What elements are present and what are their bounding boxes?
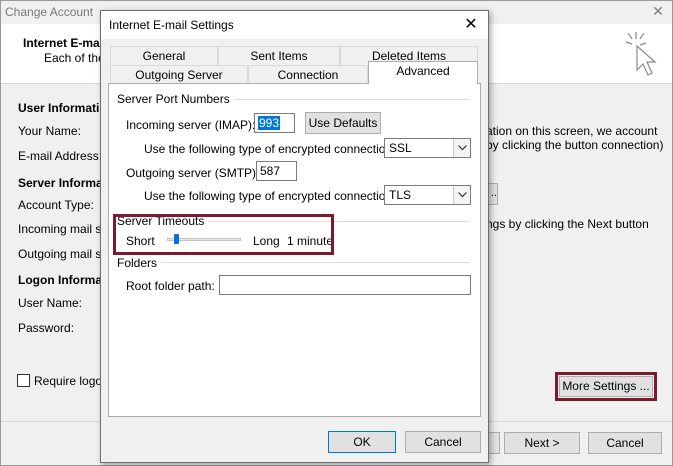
password-label: Password: (18, 321, 75, 335)
logon-info-section: Logon Informa (18, 273, 102, 287)
user-name-label: User Name: (18, 296, 83, 310)
account-type-label: Account Type: (18, 198, 94, 212)
incoming-server-label: Incoming mail ser (18, 222, 113, 236)
folders-group-line (116, 262, 470, 263)
user-info-section: User Informati (18, 101, 100, 115)
server-info-section: Server Informa (18, 176, 103, 190)
require-logon-label: Require logon (34, 374, 109, 388)
incoming-encryption-value: SSL (389, 141, 412, 155)
ok-button[interactable]: OK (328, 431, 396, 453)
instructions-text: ation on this screen, we account by clic… (486, 124, 664, 152)
header-title: Internet E-ma (23, 36, 100, 50)
next-instructions-text: ngs by clicking the Next button (486, 217, 649, 231)
chevron-down-icon (453, 186, 470, 204)
tab-advanced[interactable]: Advanced (368, 61, 478, 84)
outgoing-encryption-label: Use the following type of encrypted conn… (144, 189, 396, 203)
server-timeouts-highlight (113, 214, 334, 255)
use-defaults-button[interactable]: Use Defaults (305, 112, 381, 134)
root-folder-input[interactable] (219, 275, 471, 295)
tab-general[interactable]: General (110, 46, 218, 65)
outgoing-port-label: Outgoing server (SMTP): (126, 166, 260, 180)
header-subtitle: Each of the (44, 51, 105, 65)
tab-connection[interactable]: Connection (248, 65, 368, 84)
outgoing-encryption-value: TLS (389, 188, 412, 202)
root-folder-label: Root folder path: (126, 279, 215, 293)
outgoing-port-input[interactable]: 587 (256, 161, 297, 181)
email-label: E-mail Address: (18, 149, 103, 163)
incoming-port-input[interactable]: 993 (254, 113, 295, 133)
window-close-icon[interactable]: ✕ (648, 3, 668, 21)
next-button[interactable]: Next > (504, 432, 580, 454)
window-title: Change Account (5, 5, 94, 19)
incoming-encryption-label: Use the following type of encrypted conn… (144, 142, 396, 156)
your-name-label: Your Name: (18, 124, 81, 138)
outgoing-server-label: Outgoing mail ser (18, 247, 113, 261)
tab-outgoing-server[interactable]: Outgoing Server (110, 65, 248, 84)
incoming-port-value: 993 (258, 116, 281, 130)
internet-email-settings-dialog: Internet E-mail Settings ✕ General Sent … (100, 10, 489, 463)
click-cursor-icon (622, 30, 662, 78)
require-logon-checkbox[interactable] (17, 374, 30, 387)
folders-group-title: Folders (117, 256, 162, 270)
tab-sent-items[interactable]: Sent Items (218, 46, 340, 65)
more-settings-button[interactable]: More Settings ... (559, 376, 653, 397)
server-ports-group-title: Server Port Numbers (117, 92, 234, 106)
dialog-title: Internet E-mail Settings (109, 18, 234, 32)
chevron-down-icon (453, 139, 470, 157)
window-cancel-button[interactable]: Cancel (588, 432, 662, 454)
dialog-close-icon[interactable]: ✕ (459, 14, 483, 36)
dialog-cancel-button[interactable]: Cancel (405, 431, 481, 453)
outgoing-encryption-select[interactable]: TLS (384, 185, 471, 205)
incoming-encryption-select[interactable]: SSL (384, 138, 471, 158)
incoming-port-label: Incoming server (IMAP): (126, 118, 256, 132)
